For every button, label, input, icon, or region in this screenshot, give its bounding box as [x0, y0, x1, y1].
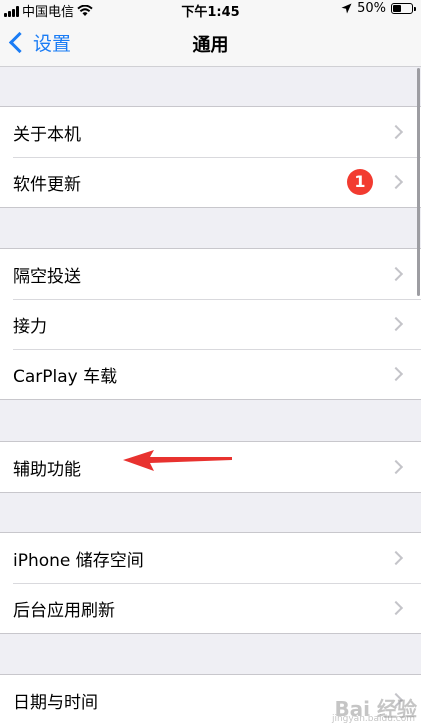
chevron-right-icon — [388, 366, 404, 382]
screen: 中国电信 下午1:45 50% 设置 通用 关于本机 软件更新 1 隔空投送 接… — [0, 0, 421, 724]
red-arrow-annotation — [123, 450, 232, 471]
row-carplay[interactable]: CarPlay 车载 — [0, 349, 421, 399]
scroll-indicator — [417, 68, 420, 296]
row-iphone-storage[interactable]: iPhone 储存空间 — [0, 533, 421, 583]
row-label: 隔空投送 — [13, 267, 81, 287]
battery-percent: 50% — [357, 1, 386, 16]
settings-group-about: 关于本机 软件更新 1 — [0, 106, 421, 208]
row-label: 关于本机 — [13, 125, 81, 145]
baidu-watermark-url: jingyan.baidu.com — [331, 714, 415, 724]
row-label: 辅助功能 — [13, 460, 81, 480]
row-background-refresh[interactable]: 后台应用刷新 — [0, 583, 421, 633]
chevron-right-icon — [388, 459, 404, 475]
chevron-right-icon — [388, 316, 404, 332]
battery-fill — [393, 5, 401, 12]
row-about[interactable]: 关于本机 — [0, 107, 421, 157]
row-label: 后台应用刷新 — [13, 601, 115, 621]
settings-group-connectivity: 隔空投送 接力 CarPlay 车载 — [0, 248, 421, 400]
battery-icon — [391, 3, 416, 14]
page-title: 通用 — [192, 35, 229, 56]
chevron-right-icon — [388, 600, 404, 616]
row-airdrop[interactable]: 隔空投送 — [0, 249, 421, 299]
location-arrow-icon — [341, 3, 352, 14]
row-handoff[interactable]: 接力 — [0, 299, 421, 349]
row-label: CarPlay 车载 — [13, 367, 118, 387]
chevron-right-icon — [388, 124, 404, 140]
chevron-right-icon — [388, 266, 404, 282]
chevron-right-icon — [388, 550, 404, 566]
row-label: 接力 — [13, 317, 47, 337]
update-badge: 1 — [347, 169, 373, 195]
row-label: iPhone 储存空间 — [13, 551, 144, 571]
status-bar: 中国电信 下午1:45 50% — [0, 0, 421, 20]
settings-group-storage: iPhone 储存空间 后台应用刷新 — [0, 532, 421, 634]
row-label: 软件更新 — [13, 175, 81, 195]
navigation-bar: 设置 通用 — [0, 20, 421, 67]
row-software-update[interactable]: 软件更新 1 — [0, 157, 421, 207]
status-right: 50% — [341, 1, 416, 16]
row-label: 日期与时间 — [13, 693, 98, 713]
chevron-right-icon — [388, 174, 404, 190]
